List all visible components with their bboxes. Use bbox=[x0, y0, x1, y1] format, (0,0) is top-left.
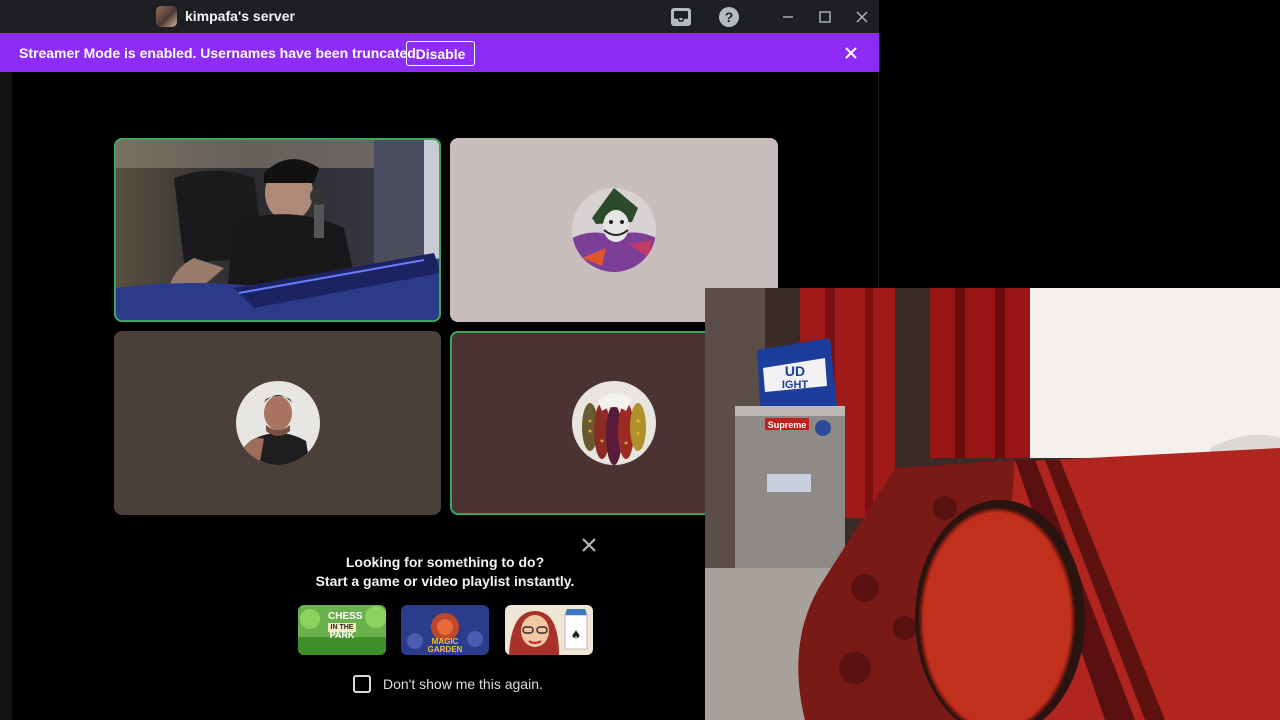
activity-chess-in-the-park[interactable]: CHESS IN THE PARK bbox=[298, 605, 386, 655]
svg-text:♠: ♠ bbox=[571, 628, 582, 642]
avatar bbox=[572, 381, 656, 465]
activity-title-line: CHESS bbox=[328, 611, 363, 622]
avatar bbox=[572, 188, 656, 272]
banner-close-icon[interactable] bbox=[841, 43, 861, 63]
popup-subheading: Start a game or video playlist instantly… bbox=[315, 573, 575, 589]
activity-title-line: PARK bbox=[329, 630, 355, 640]
fridge-sticker-text: Supreme bbox=[768, 420, 807, 430]
box-text-bottom: IGHT bbox=[782, 379, 809, 391]
svg-text:?: ? bbox=[725, 9, 734, 25]
activity-magic-garden[interactable]: MAGIC GARDEN bbox=[401, 605, 489, 655]
popup-close-icon[interactable] bbox=[579, 535, 599, 555]
video-tile-camera[interactable] bbox=[114, 138, 441, 322]
box-text-top: UD bbox=[785, 363, 805, 379]
popup-heading: Looking for something to do? bbox=[345, 554, 545, 570]
video-tile-avatar[interactable] bbox=[114, 331, 441, 515]
sidebar-edge bbox=[0, 72, 12, 720]
streamer-mode-banner: Streamer Mode is enabled. Usernames have… bbox=[0, 33, 879, 72]
webcam-feed: Supreme UD IGHT bbox=[705, 288, 1280, 720]
minimize-icon[interactable] bbox=[776, 5, 800, 29]
help-icon[interactable]: ? bbox=[717, 5, 741, 29]
disable-button[interactable]: Disable bbox=[406, 41, 475, 66]
banner-message: Streamer Mode is enabled. Usernames have… bbox=[19, 45, 420, 61]
camera-feed bbox=[114, 138, 441, 322]
activity-card-game[interactable]: ♠ bbox=[505, 605, 593, 655]
maximize-icon[interactable] bbox=[813, 5, 837, 29]
dont-show-again-checkbox[interactable] bbox=[353, 675, 371, 693]
dont-show-again-label[interactable]: Don't show me this again. bbox=[383, 676, 543, 692]
activity-title-line: GARDEN bbox=[427, 645, 463, 654]
webcam-overlay: Supreme UD IGHT bbox=[705, 288, 1280, 720]
server-icon bbox=[156, 6, 177, 27]
inbox-icon[interactable] bbox=[669, 5, 693, 29]
server-name: kimpafa's server bbox=[185, 8, 295, 24]
activity-popup: Looking for something to do? Start a gam… bbox=[281, 525, 609, 708]
titlebar: kimpafa's server ? bbox=[0, 0, 879, 33]
close-icon[interactable] bbox=[850, 5, 874, 29]
avatar bbox=[235, 381, 320, 465]
